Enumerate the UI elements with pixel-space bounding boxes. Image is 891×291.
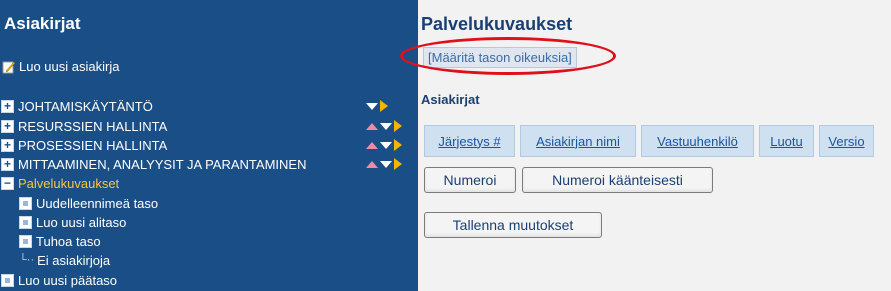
collapse-icon[interactable]: − — [1, 176, 14, 190]
reorder-controls — [366, 136, 402, 154]
tree-item-mittaaminen[interactable]: + MITTAAMINEN, ANALYYSIT JA PARANTAMINEN — [1, 155, 306, 173]
pencil-icon — [2, 61, 16, 73]
column-order[interactable]: Järjestys # — [424, 125, 515, 157]
move-up-icon[interactable] — [366, 141, 378, 149]
new-document-label: Luo uusi asiakirja — [19, 59, 120, 74]
main-panel: Palvelukuvaukset [Määritä tason oikeuksi… — [400, 0, 891, 291]
new-top-level-label: Luo uusi päätaso — [18, 272, 118, 288]
tree-item-label: PROSESSIEN HALLINTA — [18, 137, 168, 153]
no-documents-item: └·· Ei asiakirjoja — [19, 251, 110, 269]
new-sublevel-label: Luo uusi alitaso — [36, 214, 127, 230]
documents-heading: Asiakirjat — [421, 92, 480, 107]
move-down-icon[interactable] — [380, 141, 392, 149]
delete-level-link[interactable]: Tuhoa taso — [19, 232, 101, 250]
delete-icon — [19, 234, 32, 248]
rename-icon — [19, 196, 32, 210]
reorder-controls — [366, 117, 402, 135]
move-right-icon[interactable] — [394, 158, 402, 170]
annotation-oval — [400, 37, 616, 75]
tree-item-label: RESURSSIEN HALLINTA — [18, 118, 168, 134]
tree-item-johtamiskaytanto[interactable]: + JOHTAMISKÄYTÄNTÖ — [1, 97, 153, 115]
number-button[interactable]: Numeroi — [424, 167, 516, 193]
number-reverse-button[interactable]: Numeroi käänteisesti — [522, 167, 713, 193]
new-top-level-link[interactable]: Luo uusi päätaso — [1, 271, 117, 289]
move-right-icon[interactable] — [394, 139, 402, 151]
column-version[interactable]: Versio — [819, 125, 874, 157]
tree-item-prosessien-hallinta[interactable]: + PROSESSIEN HALLINTA — [1, 136, 167, 154]
expand-icon[interactable]: + — [1, 119, 14, 133]
new-sublevel-link[interactable]: Luo uusi alitaso — [19, 213, 126, 231]
tree-item-label: MITTAAMINEN, ANALYYSIT JA PARANTAMINEN — [18, 156, 307, 172]
expand-icon[interactable]: + — [1, 157, 14, 171]
tree-item-palvelukuvaukset[interactable]: − Palvelukuvaukset — [1, 174, 119, 192]
delete-level-label: Tuhoa taso — [36, 233, 101, 249]
new-document-link[interactable]: Luo uusi asiakirja — [2, 59, 119, 74]
column-header-bar: Järjestys # Asiakirjan nimi Vastuuhenkil… — [424, 125, 874, 157]
tree-item-label: JOHTAMISKÄYTÄNTÖ — [18, 98, 153, 114]
expand-icon[interactable]: + — [1, 99, 14, 113]
move-up-icon[interactable] — [366, 160, 378, 168]
rename-level-label: Uudelleennimeä taso — [36, 195, 159, 211]
add-icon — [19, 215, 32, 229]
reorder-controls — [366, 155, 402, 173]
no-documents-label: Ei asiakirjoja — [37, 252, 111, 268]
move-right-icon[interactable] — [380, 100, 388, 112]
column-responsible[interactable]: Vastuuhenkilö — [641, 125, 754, 157]
move-down-icon[interactable] — [366, 102, 378, 110]
reorder-controls — [366, 97, 388, 115]
move-down-icon[interactable] — [380, 160, 392, 168]
expand-icon[interactable]: + — [1, 138, 14, 152]
move-down-icon[interactable] — [380, 122, 392, 130]
sidebar: Asiakirjat Luo uusi asiakirja + JOHTAMIS… — [0, 0, 418, 291]
tree-line-icon: └·· — [19, 254, 35, 266]
column-document-name[interactable]: Asiakirjan nimi — [520, 125, 636, 157]
page-title: Palvelukuvaukset — [421, 14, 573, 34]
save-changes-button[interactable]: Tallenna muutokset — [424, 212, 602, 238]
tree-item-label: Palvelukuvaukset — [18, 175, 120, 191]
column-created[interactable]: Luotu — [759, 125, 814, 157]
move-up-icon[interactable] — [366, 122, 378, 130]
add-top-level-icon — [1, 273, 14, 287]
move-right-icon[interactable] — [394, 120, 402, 132]
rename-level-link[interactable]: Uudelleennimeä taso — [19, 194, 158, 212]
tree-item-resurssien-hallinta[interactable]: + RESURSSIEN HALLINTA — [1, 117, 167, 135]
sidebar-title: Asiakirjat — [4, 14, 81, 33]
